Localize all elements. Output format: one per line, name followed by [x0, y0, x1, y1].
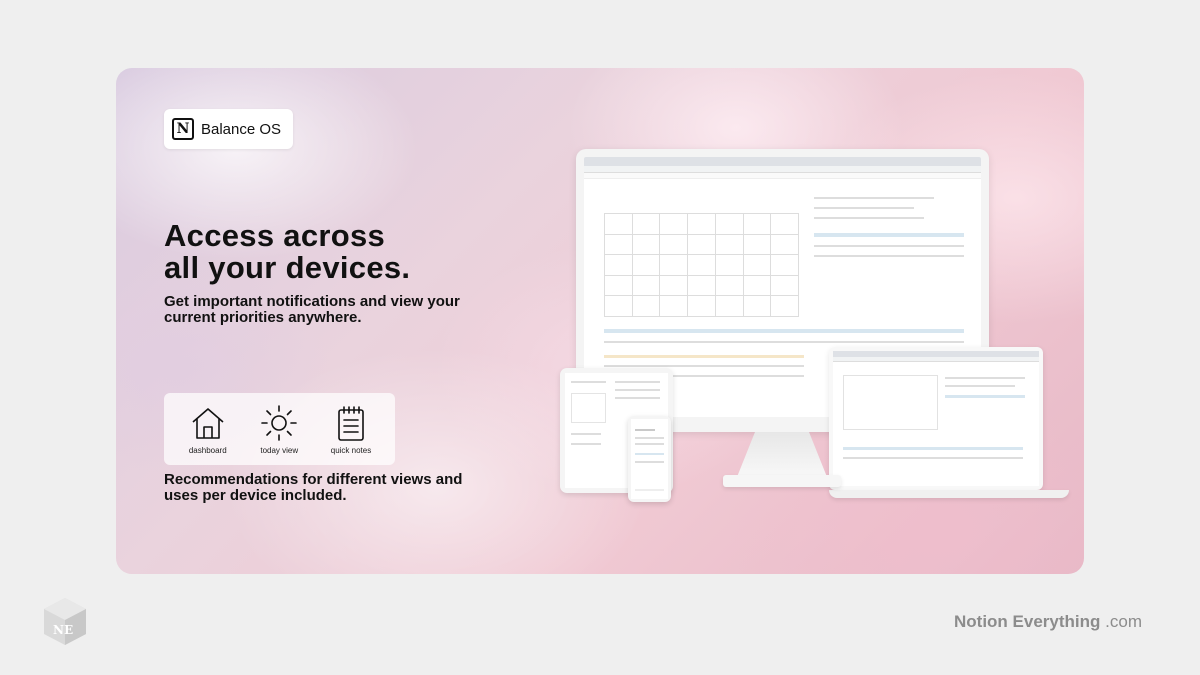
- icon-label-today: today view: [260, 446, 299, 455]
- sidebar-line: [814, 217, 924, 219]
- calendar-preview: [604, 213, 799, 317]
- browser-bookmarks-bar: [584, 173, 981, 179]
- laptop-screen-preview: [833, 351, 1039, 486]
- laptop-calendar: [843, 375, 938, 430]
- sidebar-header: [814, 233, 964, 237]
- weekly-line: [604, 341, 964, 343]
- laptop-base: [829, 490, 1069, 498]
- tablet-line: [615, 397, 660, 399]
- tablet-line: [571, 381, 606, 383]
- footer-brand-name: Notion Everything: [954, 612, 1101, 631]
- phone-screen-preview: [631, 419, 668, 499]
- phone-header: [635, 453, 664, 455]
- sidebar-line: [814, 207, 914, 209]
- weekly-header: [604, 329, 964, 333]
- laptop-url-bar: [833, 357, 1039, 362]
- phone-line: [635, 437, 664, 439]
- laptop-line: [945, 377, 1025, 379]
- view-icons-panel: dashboard today view quick notes: [164, 393, 395, 465]
- headline: Access across all your devices.: [164, 220, 410, 284]
- notepad-icon: [338, 406, 364, 441]
- sidebar-line: [814, 245, 964, 247]
- tablet-line: [615, 381, 660, 383]
- phone-line: [635, 443, 664, 445]
- tablet-line: [615, 389, 660, 391]
- phone-line: [635, 429, 655, 431]
- tablet-line: [571, 443, 601, 445]
- phone-line: [635, 461, 664, 463]
- house-icon: [192, 408, 224, 439]
- tablet-calendar: [571, 393, 606, 423]
- sidebar-line: [814, 197, 934, 199]
- weekly-tags: [604, 355, 804, 358]
- laptop-header: [945, 395, 1025, 398]
- sun-icon: [261, 405, 298, 441]
- icon-label-notes: quick notes: [330, 446, 372, 455]
- browser-tab-bar: [584, 157, 981, 166]
- laptop: [829, 347, 1043, 490]
- icon-item-dashboard: dashboard: [188, 403, 228, 455]
- badge-title: Balance OS: [201, 120, 282, 138]
- icon-item-today: today view: [259, 403, 299, 455]
- notion-logo-icon: N: [172, 118, 194, 140]
- hero-card: N Balance OS Access across all your devi…: [116, 68, 1084, 574]
- icon-item-notes: quick notes: [331, 403, 371, 455]
- headline-line-1: Access across: [164, 218, 386, 253]
- brand-badge: N Balance OS: [164, 109, 294, 149]
- icon-label-dashboard: dashboard: [188, 446, 227, 455]
- subline: Get important notifications and view you…: [164, 293, 460, 326]
- headline-line-2: all your devices.: [164, 250, 411, 285]
- tablet-line: [571, 433, 601, 435]
- laptop-line: [843, 457, 1023, 459]
- sidebar-line: [814, 255, 964, 257]
- monitor-stand-base: [723, 475, 841, 487]
- browser-url-bar: [584, 166, 981, 173]
- notion-everything-logo-icon: NE: [44, 598, 86, 645]
- weekly-line: [604, 365, 804, 367]
- phone: [628, 416, 671, 502]
- monitor-stand: [737, 432, 827, 477]
- phone-toolbar: [635, 489, 664, 491]
- laptop-line: [945, 385, 1015, 387]
- footer-brand-suffix: .com: [1105, 612, 1142, 631]
- ne-logo-letters: NE: [53, 623, 73, 637]
- recommend-text: Recommendations for different views and …: [164, 471, 463, 504]
- laptop-header: [843, 447, 1023, 450]
- footer-brand: Notion Everything .com: [954, 612, 1142, 632]
